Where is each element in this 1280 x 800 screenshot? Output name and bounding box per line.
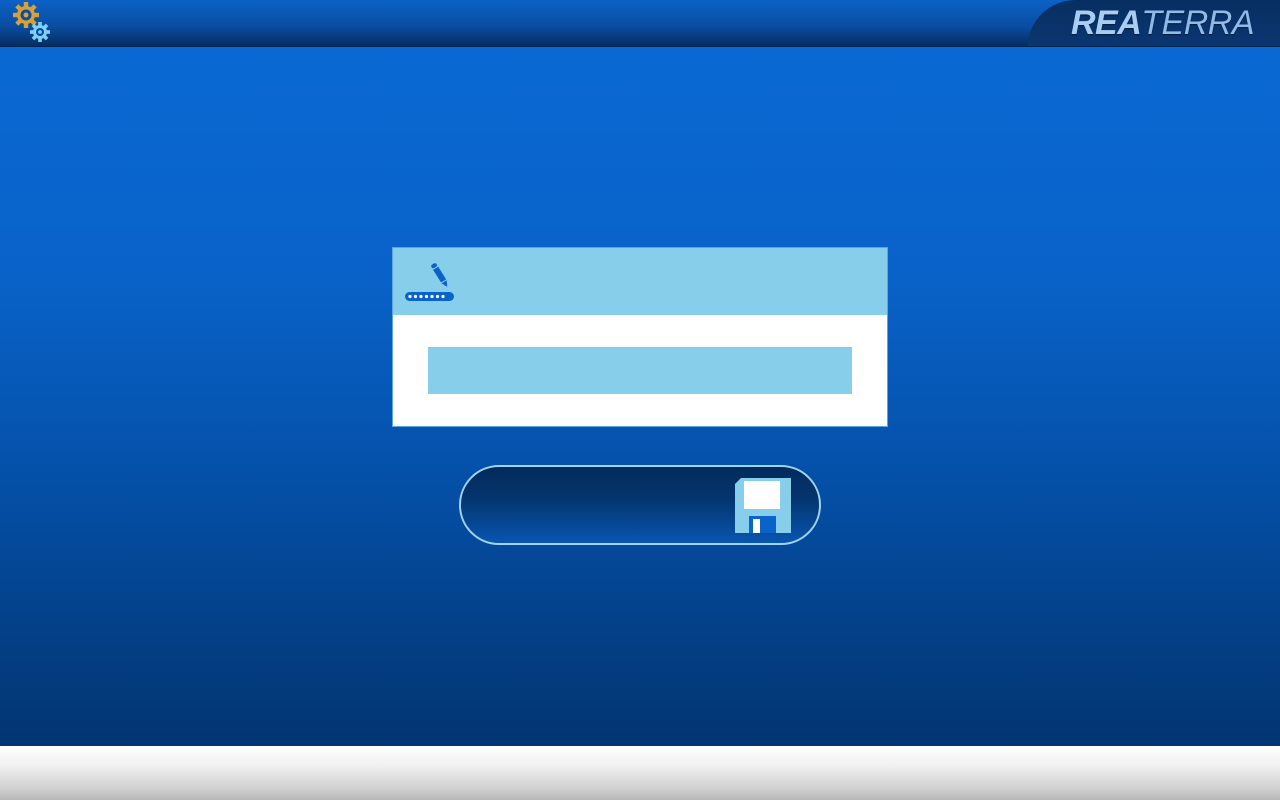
save-button[interactable] — [459, 465, 821, 545]
gears-icon — [13, 2, 50, 42]
floppy-disk-icon — [735, 478, 791, 533]
brand-tab: REATERRA — [1028, 0, 1280, 46]
password-input[interactable] — [428, 347, 852, 394]
settings-button[interactable] — [8, 0, 56, 46]
bottom-bar — [0, 746, 1280, 800]
top-bar: REATERRA — [0, 0, 1280, 47]
brand-logo: REATERRA — [1070, 4, 1255, 42]
password-panel-header — [393, 248, 887, 315]
brand-logo-part1: REA — [1070, 4, 1142, 42]
password-panel — [392, 247, 888, 427]
brand-logo-part2: TERRA — [1141, 4, 1254, 42]
pen-password-icon — [405, 263, 454, 301]
